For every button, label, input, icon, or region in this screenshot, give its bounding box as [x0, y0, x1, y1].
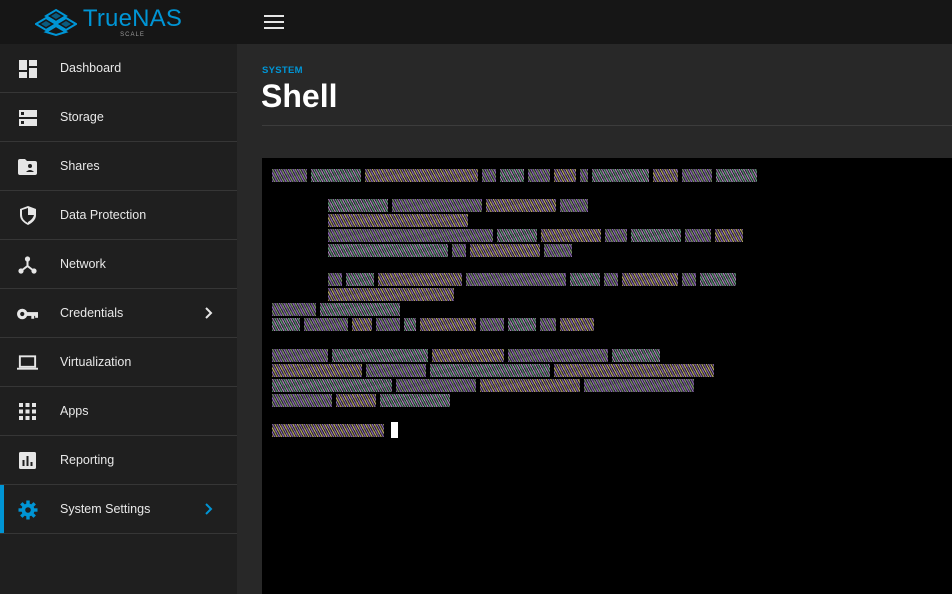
- breadcrumb[interactable]: SYSTEM: [262, 65, 303, 76]
- terminal-line: [328, 272, 736, 286]
- sidebar-item-label: Shares: [60, 159, 100, 173]
- network-icon: [17, 254, 38, 275]
- apps-grid-icon: [17, 401, 38, 422]
- page-title: Shell: [261, 78, 338, 114]
- sidebar-item-apps[interactable]: Apps: [0, 387, 237, 436]
- shares-folder-icon: [17, 156, 38, 177]
- terminal-cursor: [391, 422, 398, 438]
- sidebar-item-virtualization[interactable]: Virtualization: [0, 338, 237, 387]
- app-edition: SCALE: [120, 31, 145, 38]
- sidebar-item-label: Storage: [60, 110, 104, 124]
- sidebar-item-label: Data Protection: [60, 208, 147, 222]
- sidebar-item-shares[interactable]: Shares: [0, 142, 237, 191]
- app-name: TrueNAS: [82, 4, 183, 32]
- shield-icon: [17, 205, 38, 226]
- terminal-line: [272, 363, 714, 377]
- sidebar-item-label: Reporting: [60, 453, 115, 467]
- divider: [262, 125, 952, 126]
- top-bar: TrueNAS SCALE: [0, 0, 952, 44]
- bar-chart-icon: [17, 450, 38, 471]
- terminal-line: [328, 287, 454, 301]
- terminal-line: [328, 213, 468, 227]
- sidebar-item-label: Credentials: [60, 306, 124, 320]
- sidebar-item-storage[interactable]: Storage: [0, 93, 237, 142]
- terminal-line: [272, 302, 400, 316]
- hamburger-icon: [264, 15, 284, 29]
- terminal-line: [328, 243, 572, 257]
- terminal-line: [272, 393, 450, 407]
- sidebar-item-label: Network: [60, 257, 106, 271]
- sidebar-item-label: System Settings: [60, 502, 151, 516]
- terminal-line: [272, 348, 660, 362]
- sidebar-item-label: Dashboard: [60, 61, 122, 75]
- sidebar-item-data-protection[interactable]: Data Protection: [0, 191, 237, 240]
- sidebar-item-system-settings[interactable]: System Settings: [0, 485, 237, 534]
- storage-icon: [17, 107, 38, 128]
- key-icon: [17, 303, 38, 324]
- terminal-line: [272, 317, 594, 331]
- terminal-line: [328, 198, 588, 212]
- terminal-prompt: [272, 423, 384, 437]
- terminal-line: [272, 168, 757, 182]
- laptop-icon: [17, 352, 38, 373]
- hamburger-menu-button[interactable]: [262, 12, 286, 32]
- terminal-line: [328, 228, 743, 242]
- gear-icon: [17, 499, 38, 520]
- terminal-line: [272, 378, 694, 392]
- dashboard-icon: [17, 58, 38, 79]
- sidebar-item-reporting[interactable]: Reporting: [0, 436, 237, 485]
- chevron-right-icon: [205, 503, 213, 515]
- logo[interactable]: TrueNAS SCALE: [0, 0, 237, 44]
- sidebar-item-dashboard[interactable]: Dashboard: [0, 44, 237, 93]
- sidebar-item-label: Apps: [60, 404, 89, 418]
- sidebar: Dashboard Storage Shares Data Protection…: [0, 44, 237, 594]
- sidebar-item-network[interactable]: Network: [0, 240, 237, 289]
- truenas-logo-icon: [34, 8, 77, 36]
- chevron-right-icon: [205, 307, 213, 319]
- sidebar-item-label: Virtualization: [60, 355, 132, 369]
- main-content: SYSTEM Shell: [237, 44, 952, 594]
- sidebar-item-credentials[interactable]: Credentials: [0, 289, 237, 338]
- shell-terminal[interactable]: [262, 158, 952, 594]
